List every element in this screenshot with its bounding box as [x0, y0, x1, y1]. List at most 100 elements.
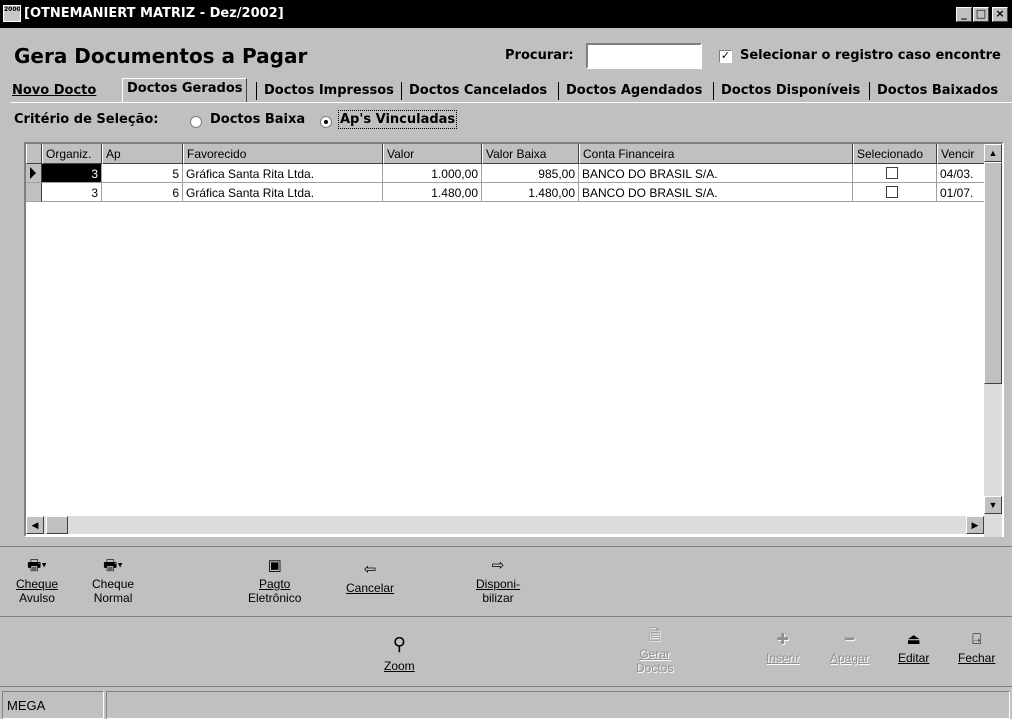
cell-conta-financeira[interactable]: BANCO DO BRASIL S/A.: [579, 183, 853, 202]
cell-valor[interactable]: 1.480,00: [383, 183, 482, 202]
tab-label: Novo Docto: [12, 83, 97, 98]
cell-ap[interactable]: 5: [102, 164, 183, 183]
header-selecionado[interactable]: Selecionado: [853, 144, 937, 164]
tab-label: Doctos Baixados: [877, 83, 999, 98]
cheque-normal-button[interactable]: 🖶▾ Cheque Normal: [92, 557, 134, 605]
bottom-toolbar: ⚲ Zoom 🗎 Gerar Doctos ✚ Inserir ━ Apagar…: [0, 616, 1012, 686]
tab-doctos-disponiveis[interactable]: Doctos Disponíveis: [721, 80, 860, 102]
header-organiz[interactable]: Organiz.: [42, 144, 102, 164]
close-button[interactable]: ×: [992, 7, 1008, 22]
cell-favorecido[interactable]: Gráfica Santa Rita Ltda.: [183, 183, 383, 202]
zoom-button[interactable]: ⚲ Zoom: [384, 631, 415, 673]
tab-separator: [869, 82, 870, 100]
tab-doctos-agendados[interactable]: Doctos Agendados: [566, 80, 702, 102]
header-indicator: [26, 144, 42, 164]
header-valor[interactable]: Valor: [383, 144, 482, 164]
app-icon[interactable]: 2000: [3, 5, 21, 22]
arrow-left-icon: ⇦: [363, 561, 377, 578]
tab-label: Doctos Cancelados: [409, 83, 548, 98]
minimize-button[interactable]: _: [956, 7, 972, 22]
title-bar[interactable]: 2000 [OTNEMANIERT MATRIZ - Dez/2002] _ □…: [0, 0, 1012, 28]
cancelar-button[interactable]: ⇦ Cancelar: [346, 561, 394, 595]
row-checkbox[interactable]: [886, 186, 898, 198]
plus-icon: ✚: [776, 631, 789, 648]
header-ap[interactable]: Ap: [102, 144, 183, 164]
page-title: Gera Documentos a Pagar: [14, 44, 308, 68]
tab-doctos-gerados[interactable]: Doctos Gerados: [122, 78, 248, 103]
cell-valor-baixa[interactable]: 1.480,00: [482, 183, 579, 202]
header-favorecido[interactable]: Favorecido: [183, 144, 383, 164]
header-conta-financeira[interactable]: Conta Financeira: [579, 144, 853, 164]
button-label: Doctos: [636, 661, 674, 675]
printer-icon: 🖶▾: [27, 557, 47, 574]
radio-aps-vinculadas-label[interactable]: Ap's Vinculadas: [337, 110, 458, 129]
cell-selecionado[interactable]: [853, 183, 937, 202]
scroll-left-button[interactable]: ◀: [26, 516, 44, 534]
cell-vencimento[interactable]: 01/07.: [937, 183, 987, 202]
status-panel-message: [106, 691, 1010, 719]
editar-button[interactable]: ⏏ Editar: [898, 631, 929, 665]
radio-doctos-baixa[interactable]: [190, 116, 202, 128]
search-input[interactable]: [586, 43, 702, 69]
cell-selecionado[interactable]: [853, 164, 937, 183]
radio-aps-vinculadas[interactable]: [320, 116, 332, 128]
cell-valor[interactable]: 1.000,00: [383, 164, 482, 183]
scroll-up-button[interactable]: ▲: [984, 144, 1002, 162]
criteria-label: Critério de Seleção:: [14, 112, 159, 127]
tab-separator: [256, 82, 257, 100]
scroll-down-button[interactable]: ▼: [984, 496, 1002, 514]
cell-valor-baixa[interactable]: 985,00: [482, 164, 579, 183]
tab-doctos-impressos[interactable]: Doctos Impressos: [264, 80, 394, 102]
button-label: Gerar: [639, 647, 671, 661]
button-label: Inserir: [766, 651, 800, 665]
table-row[interactable]: 3 5 Gráfica Santa Rita Ltda. 1.000,00 98…: [26, 164, 987, 183]
fechar-button[interactable]: ⍈ Fechar: [958, 631, 995, 665]
current-row-arrow-icon: [30, 167, 36, 179]
radio-doctos-baixa-label[interactable]: Doctos Baixa: [210, 112, 305, 127]
scroll-right-button[interactable]: ▶: [966, 516, 984, 534]
button-label: Apagar: [830, 651, 869, 665]
status-panel-user: MEGA: [2, 691, 104, 719]
tab-novo-docto[interactable]: Novo Docto: [12, 80, 96, 102]
gerar-doctos-button[interactable]: 🗎 Gerar Doctos: [636, 627, 673, 675]
header-vencimento[interactable]: Vencir: [937, 144, 987, 164]
header-valor-baixa[interactable]: Valor Baixa: [482, 144, 579, 164]
tab-doctos-baixados[interactable]: Doctos Baixados: [877, 80, 998, 102]
inserir-button[interactable]: ✚ Inserir: [766, 631, 799, 665]
apagar-button[interactable]: ━ Apagar: [830, 631, 869, 665]
button-label: bilizar: [482, 591, 514, 605]
data-grid[interactable]: Organiz. Ap Favorecido Valor Valor Baixa…: [24, 142, 1004, 537]
button-label: Editar: [898, 651, 930, 665]
button-label: Zoom: [384, 659, 415, 673]
tab-bar: Novo Docto Doctos Gerados Doctos Impress…: [12, 78, 1012, 103]
tab-doctos-cancelados[interactable]: Doctos Cancelados: [409, 80, 547, 102]
cheque-avulso-button[interactable]: 🖶▾ Cheque Avulso: [16, 557, 58, 605]
row-checkbox[interactable]: [886, 167, 898, 179]
pagto-eletronico-button[interactable]: ▣ Pagto Eletrônico: [248, 557, 301, 605]
button-label: Cheque: [16, 577, 59, 591]
maximize-button[interactable]: □: [973, 7, 989, 22]
select-record-checkbox[interactable]: ✓: [719, 50, 732, 63]
disponibilizar-button[interactable]: ⇨ Disponi- bilizar: [476, 557, 520, 605]
arrow-right-icon: ⇨: [491, 557, 505, 574]
horizontal-scrollbar[interactable]: ◀ ▶: [26, 516, 984, 534]
radio-dot: [324, 120, 328, 124]
cell-organiz[interactable]: 3: [42, 164, 102, 183]
cell-ap[interactable]: 6: [102, 183, 183, 202]
table-row[interactable]: 3 6 Gráfica Santa Rita Ltda. 1.480,00 1.…: [26, 183, 987, 202]
cell-favorecido[interactable]: Gráfica Santa Rita Ltda.: [183, 164, 383, 183]
save-disk-icon: ▣: [267, 557, 282, 574]
status-bar: MEGA: [0, 686, 1012, 719]
vertical-scroll-thumb[interactable]: [984, 162, 1002, 384]
cell-conta-financeira[interactable]: BANCO DO BRASIL S/A.: [579, 164, 853, 183]
tab-separator: [558, 82, 559, 100]
tab-label: Doctos Disponíveis: [721, 83, 861, 98]
tab-label: Doctos Gerados: [127, 81, 243, 96]
button-label: Cancelar: [346, 581, 395, 595]
cell-organiz[interactable]: 3: [42, 183, 102, 202]
horizontal-scroll-thumb[interactable]: [46, 516, 68, 534]
vertical-scrollbar[interactable]: ▲ ▼: [984, 144, 1002, 537]
tab-separator: [713, 82, 714, 100]
button-label: Avulso: [19, 591, 55, 605]
cell-vencimento[interactable]: 04/03.: [937, 164, 987, 183]
